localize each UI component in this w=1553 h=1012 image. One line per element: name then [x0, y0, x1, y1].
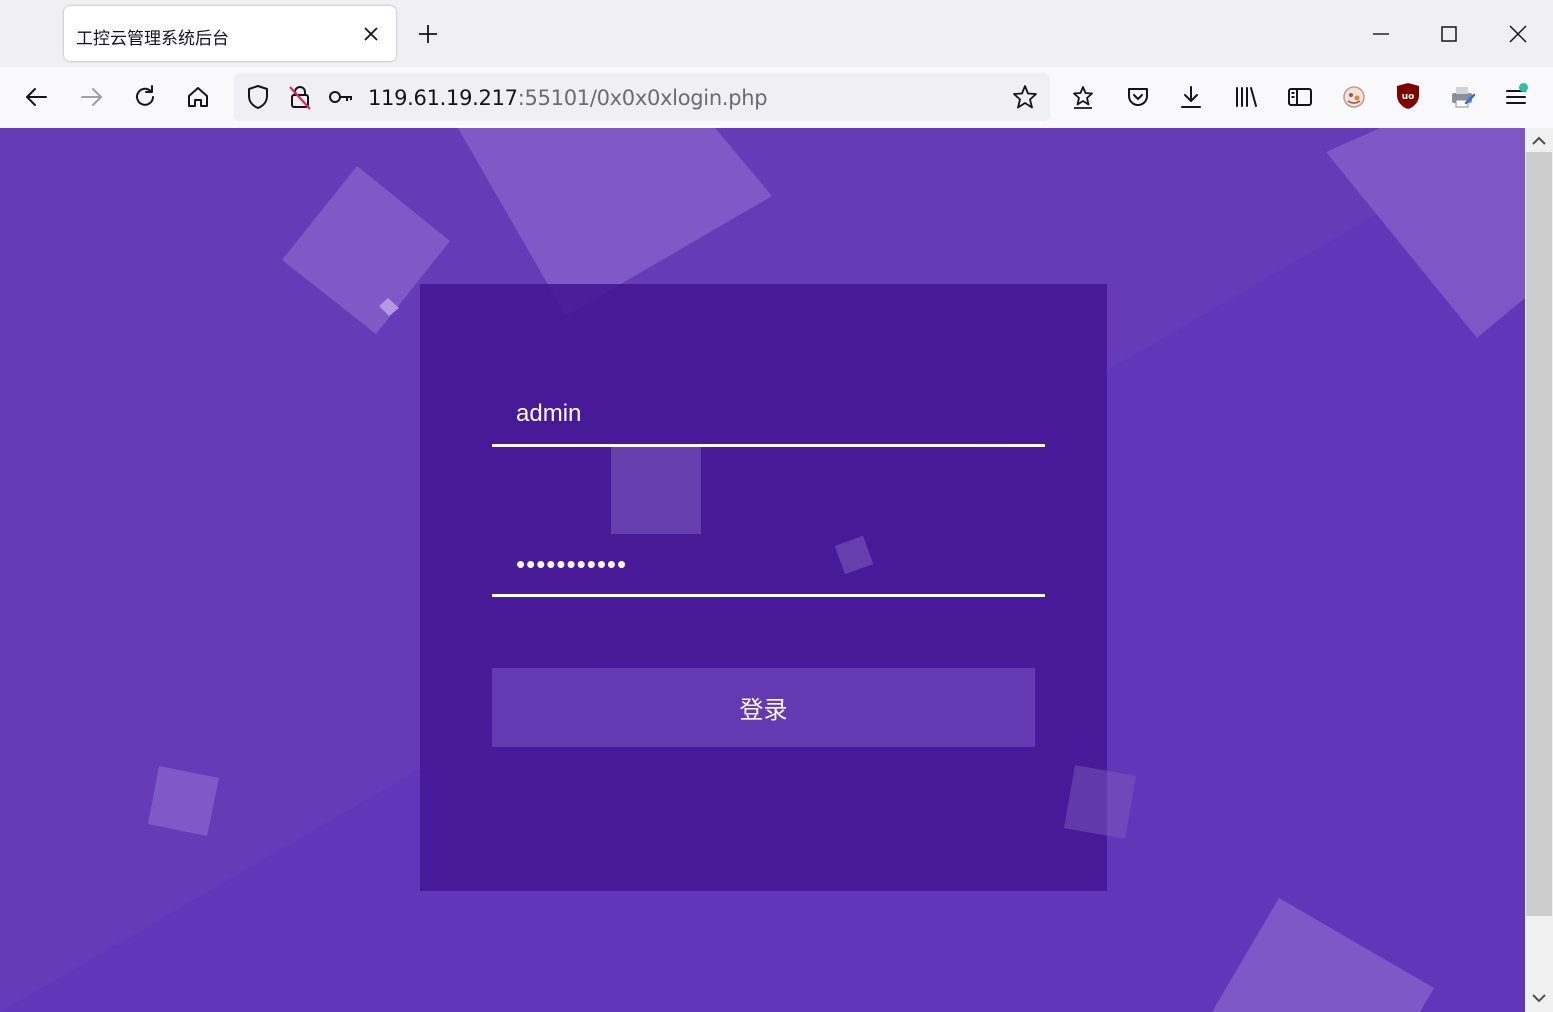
login-card: 登录 — [420, 284, 1137, 891]
svg-text:uo: uo — [1402, 92, 1415, 102]
update-dot — [1519, 83, 1528, 92]
deco-square — [1063, 765, 1137, 839]
username-field[interactable] — [492, 384, 1045, 447]
nav-bar: 119.61.19.217:55101/0x0x0xlogin.php uo — [0, 67, 1553, 129]
shield-icon[interactable] — [244, 83, 272, 111]
tab-title: 工控云管理系统后台 — [76, 29, 229, 49]
url-text[interactable]: 119.61.19.217:55101/0x0x0xlogin.php — [368, 86, 768, 110]
url-host: 119.61.19.217 — [368, 86, 518, 110]
sidebar-icon[interactable] — [1286, 83, 1314, 111]
close-icon[interactable] — [361, 24, 381, 44]
chevron-up-icon[interactable] — [1531, 133, 1547, 149]
library-icon[interactable] — [1232, 83, 1260, 111]
star-list-icon[interactable] — [1069, 83, 1097, 111]
extension-printer-icon[interactable] — [1448, 83, 1476, 111]
close-icon[interactable] — [1506, 22, 1530, 46]
plus-icon[interactable] — [416, 22, 440, 46]
url-path: :55101/0x0x0xlogin.php — [517, 86, 768, 110]
login-page: 登录 — [0, 128, 1525, 1012]
reload-icon[interactable] — [131, 83, 159, 111]
password-field[interactable] — [492, 534, 1045, 597]
star-icon[interactable] — [1011, 83, 1039, 111]
scrollbar[interactable] — [1525, 128, 1553, 1012]
tab-strip: 工控云管理系统后台 — [0, 0, 1553, 67]
home-icon[interactable] — [184, 83, 212, 111]
scroll-thumb[interactable] — [1526, 152, 1552, 916]
deco-square — [148, 766, 219, 836]
password-input[interactable] — [492, 534, 1045, 594]
extension-avatar-icon[interactable] — [1340, 83, 1368, 111]
ublock-icon[interactable]: uo — [1396, 82, 1420, 110]
deco-square — [611, 446, 701, 534]
lock-slash-icon[interactable] — [286, 83, 314, 111]
browser-tab[interactable]: 工控云管理系统后台 — [64, 6, 396, 61]
minimize-icon[interactable] — [1369, 22, 1393, 46]
url-bar[interactable]: 119.61.19.217:55101/0x0x0xlogin.php — [234, 73, 1050, 121]
pocket-icon[interactable] — [1124, 83, 1152, 111]
arrow-right-icon[interactable] — [77, 83, 105, 111]
maximize-icon[interactable] — [1437, 22, 1461, 46]
username-input[interactable] — [492, 384, 1045, 444]
login-button[interactable]: 登录 — [492, 668, 1035, 747]
key-icon[interactable] — [327, 83, 355, 111]
arrow-left-icon[interactable] — [23, 83, 51, 111]
chevron-down-icon[interactable] — [1531, 990, 1547, 1006]
download-icon[interactable] — [1177, 83, 1205, 111]
